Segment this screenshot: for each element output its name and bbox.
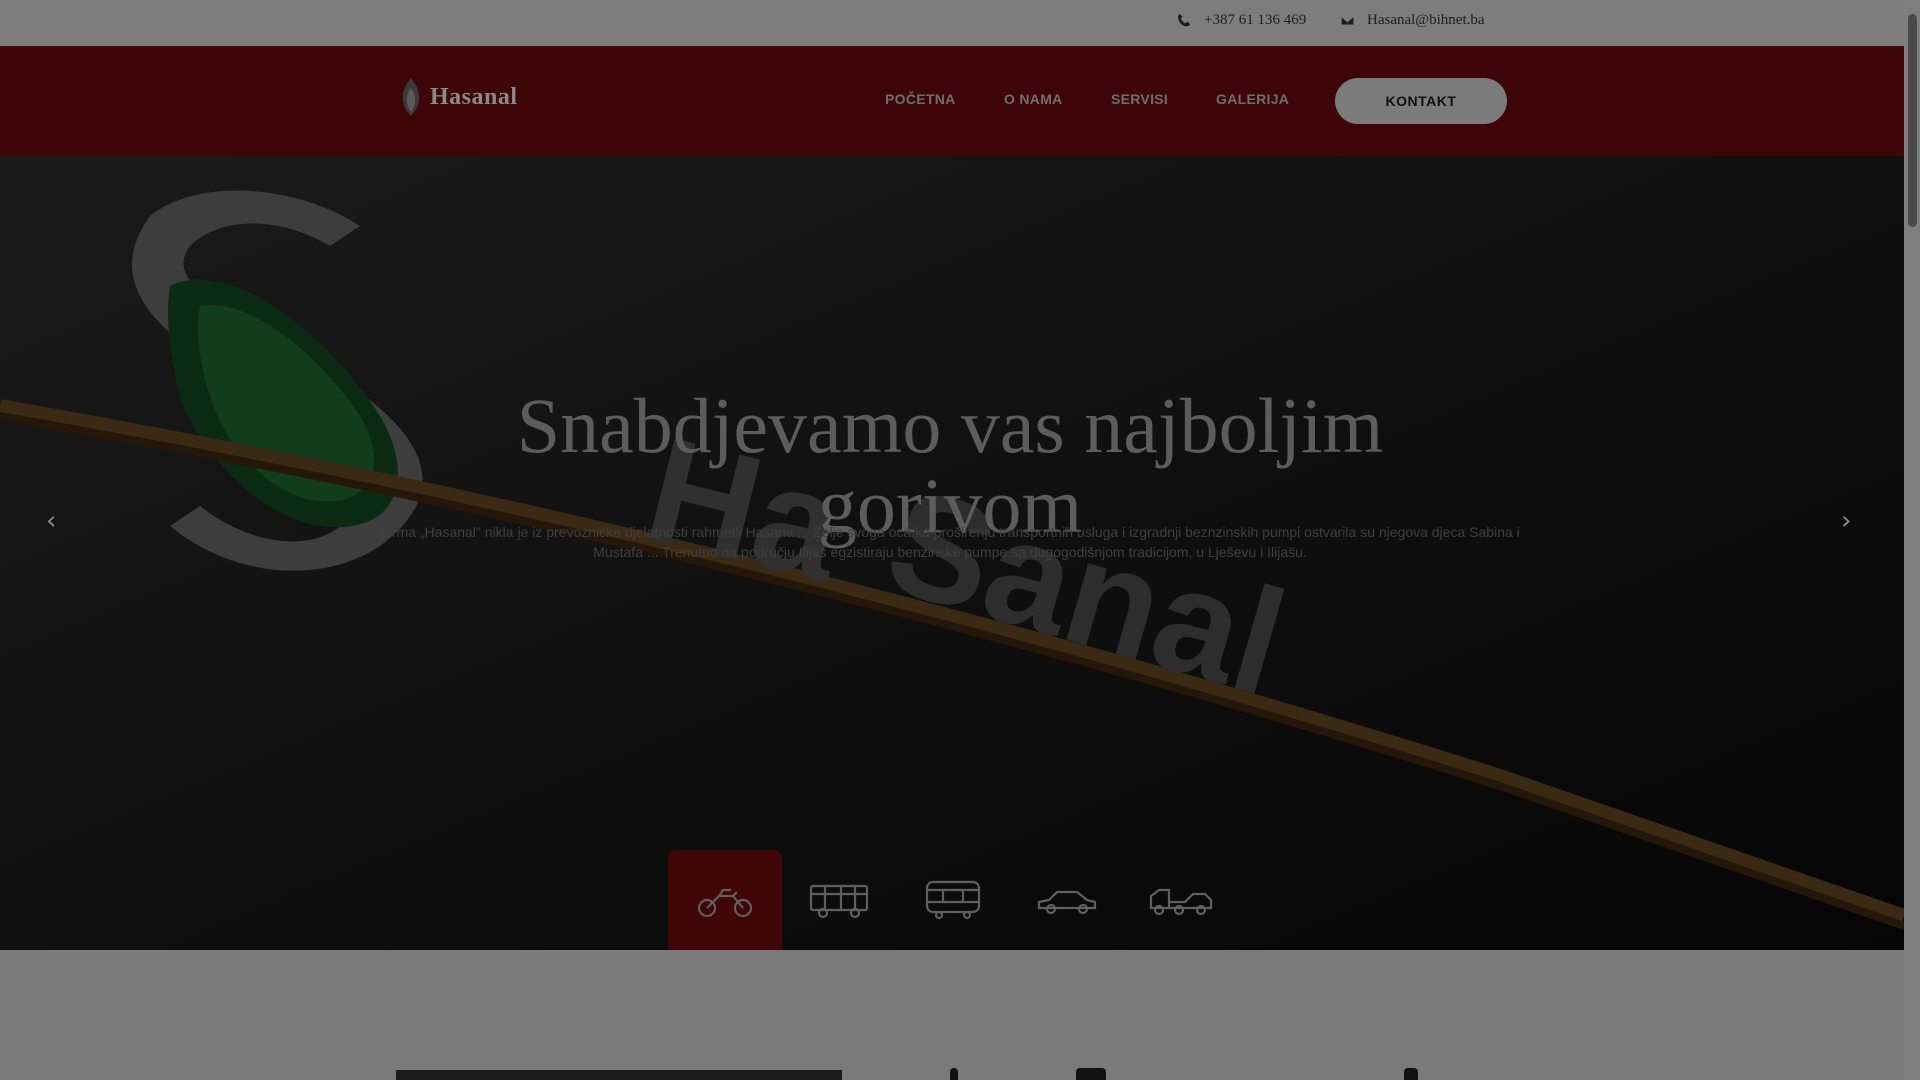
car-icon	[1037, 890, 1097, 915]
tab-bus[interactable]	[896, 850, 1010, 950]
nav-item-o-nama[interactable]: O NAMA	[1004, 91, 1063, 107]
tow-truck-icon	[1149, 888, 1213, 916]
tab-truck[interactable]	[782, 850, 896, 950]
email-contact[interactable]: Hasanal@bihnet.ba	[1340, 12, 1485, 29]
top-contact-bar: +387 61 136 469 Hasanal@bihnet.ba	[0, 0, 1904, 46]
email-address: Hasanal@bihnet.ba	[1367, 12, 1485, 28]
hero-slider: Ha Sanal Snabdjevamo vas najboljim goriv…	[0, 156, 1904, 950]
motorcycle-icon	[697, 888, 753, 918]
envelope-icon	[1340, 15, 1355, 26]
tab-car[interactable]	[1010, 850, 1124, 950]
tab-motorcycle[interactable]	[668, 850, 782, 950]
drop-logo-icon	[402, 78, 420, 116]
nav-item-servisi[interactable]: SERVISI	[1111, 91, 1168, 107]
chevron-left-icon[interactable]: ‹	[46, 506, 56, 536]
vehicle-tabs	[668, 850, 1238, 950]
about-heading-fragment	[940, 1068, 1460, 1080]
phone-icon	[1177, 13, 1191, 27]
page-scrollbar[interactable]	[1904, 0, 1920, 1080]
logo-text: Hasanal	[430, 83, 518, 110]
kontakt-button[interactable]: KONTAKT	[1335, 78, 1507, 124]
hero-description: Firma „Hasanal" nikla je iz prevozničke …	[380, 524, 1520, 560]
phone-contact[interactable]: +387 61 136 469	[1177, 12, 1306, 29]
truck-icon	[809, 884, 869, 919]
chevron-right-icon[interactable]: ›	[1841, 506, 1851, 536]
bus-icon	[925, 880, 981, 920]
nav-item-pocetna[interactable]: POČETNA	[885, 91, 956, 107]
lower-section	[0, 950, 1904, 1080]
phone-number: +387 61 136 469	[1204, 12, 1307, 28]
about-image	[396, 1070, 842, 1080]
scrollbar-thumb[interactable]	[1908, 14, 1917, 227]
tab-tow-truck[interactable]	[1124, 850, 1238, 950]
nav-item-galerija[interactable]: GALERIJA	[1216, 91, 1289, 107]
site-logo[interactable]: Hasanal	[396, 74, 526, 120]
